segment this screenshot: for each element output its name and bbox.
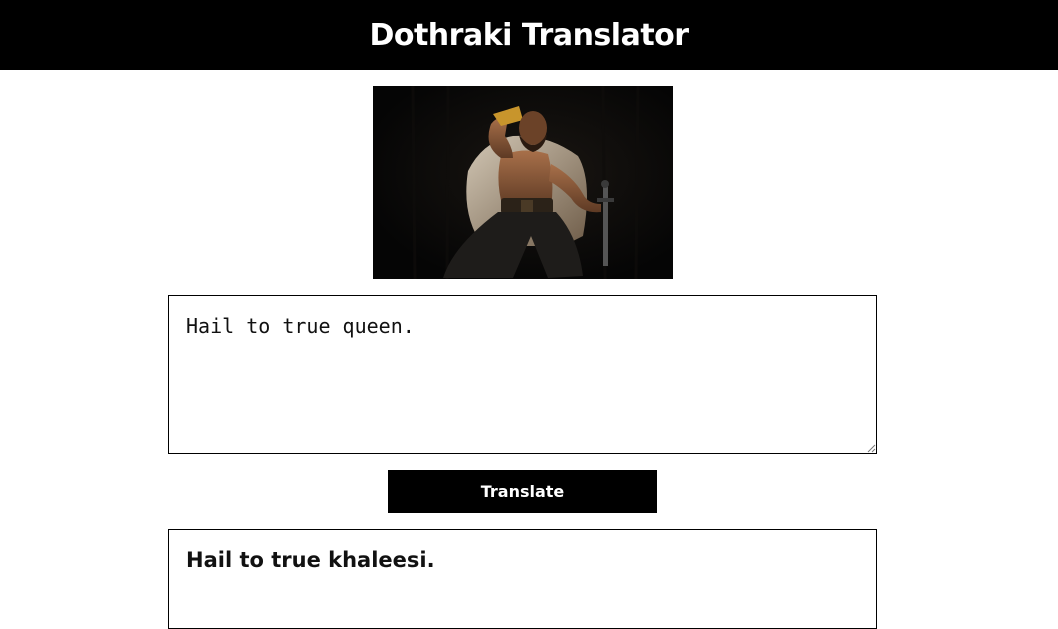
dothraki-warrior-image	[373, 86, 673, 279]
source-text-input[interactable]	[168, 295, 877, 454]
translation-output: Hail to true khaleesi.	[168, 529, 877, 629]
warrior-illustration	[373, 86, 673, 279]
page-title: Dothraki Translator	[369, 17, 689, 53]
translate-button[interactable]: Translate	[388, 470, 657, 513]
app-header: Dothraki Translator	[0, 0, 1058, 70]
resize-grip-icon[interactable]	[866, 443, 876, 453]
